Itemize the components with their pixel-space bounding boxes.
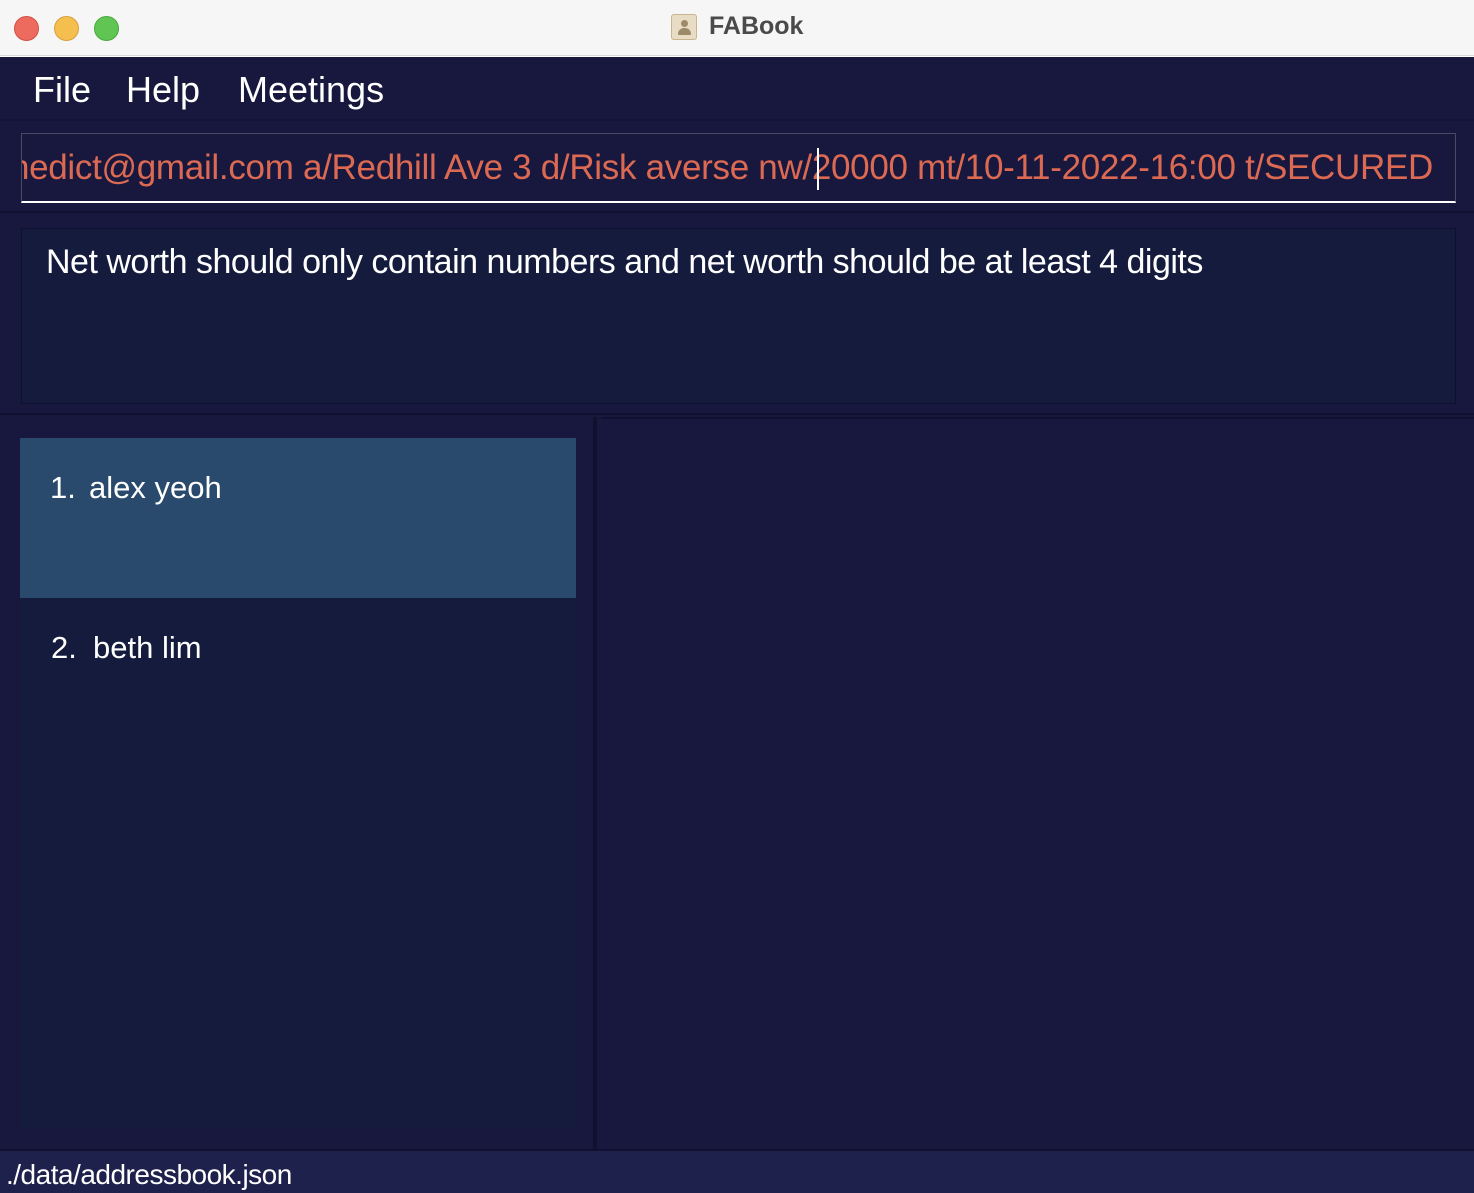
text-caret <box>817 148 819 190</box>
menu-help[interactable]: Help <box>126 69 200 111</box>
person-list[interactable]: 1. alex yeoh 2. beth lim <box>20 438 576 1128</box>
window-title: FABook <box>709 12 804 40</box>
address-book-icon <box>670 13 697 40</box>
command-box-container: benedict@gmail.com a/Redhill Ave 3 d/Ris… <box>0 123 1474 213</box>
person-list-panel: 1. alex yeoh 2. beth lim <box>0 417 597 1149</box>
command-input-text: benedict@gmail.com a/Redhill Ave 3 d/Ris… <box>21 148 1433 187</box>
command-input[interactable]: benedict@gmail.com a/Redhill Ave 3 d/Ris… <box>21 133 1456 203</box>
person-index: 2. <box>51 630 77 665</box>
person-name: beth lim <box>93 630 202 665</box>
person-card[interactable]: 1. alex yeoh <box>20 438 576 598</box>
person-name: alex yeoh <box>89 470 222 505</box>
result-display: Net worth should only contain numbers an… <box>21 228 1456 404</box>
menu-meetings[interactable]: Meetings <box>238 69 384 111</box>
detail-panel <box>601 417 1474 1149</box>
save-location: ./data/addressbook.json <box>6 1159 292 1190</box>
person-card[interactable]: 2. beth lim <box>20 598 576 758</box>
status-bar: ./data/addressbook.json <box>0 1149 1474 1193</box>
title-bar: FABook <box>0 0 1474 56</box>
person-index: 1. <box>50 470 76 505</box>
menu-file[interactable]: File <box>33 69 91 111</box>
app-window: File Help Meetings benedict@gmail.com a/… <box>0 57 1474 1193</box>
result-display-container: Net worth should only contain numbers an… <box>0 215 1474 415</box>
window-title-group: FABook <box>0 12 1474 41</box>
result-message: Net worth should only contain numbers an… <box>46 243 1203 281</box>
menu-bar: File Help Meetings <box>0 57 1474 121</box>
